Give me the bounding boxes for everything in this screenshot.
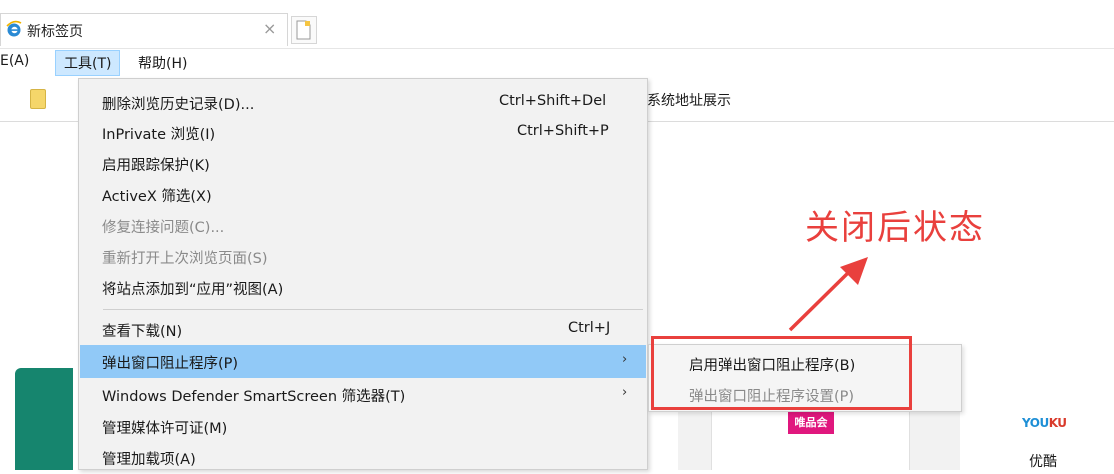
- menu-help[interactable]: 帮助(H): [138, 53, 187, 73]
- popup-blocker-submenu: 启用弹出窗口阻止程序(B) 弹出窗口阻止程序设置(P): [648, 344, 962, 412]
- menu-item-label: 管理加载项(A): [102, 452, 196, 468]
- menu-item-label: 管理媒体许可证(M): [102, 421, 228, 437]
- menu-item-label: 将站点添加到“应用”视图(A): [102, 282, 284, 298]
- menu-item-label: 查看下载(N): [102, 324, 183, 340]
- youku-logo-part-a: YOU: [1022, 416, 1049, 430]
- menu-tools[interactable]: 工具(T): [55, 50, 121, 76]
- submenu-item-enable-popup-blocker[interactable]: 启用弹出窗口阻止程序(B): [689, 354, 855, 375]
- folder-icon[interactable]: [30, 89, 46, 109]
- menu-item-shortcut: Ctrl+Shift+P: [517, 123, 609, 139]
- vip-logo: 唯品会: [788, 412, 834, 434]
- annotation-arrow-icon: [788, 257, 868, 332]
- submenu-item-popup-blocker-settings: 弹出窗口阻止程序设置(P): [689, 389, 855, 405]
- menu-separator: [103, 309, 643, 310]
- menu-item-label: 启用跟踪保护(K): [102, 158, 210, 174]
- menu-item-add-to-apps[interactable]: 将站点添加到“应用”视图(A): [80, 271, 646, 304]
- menu-bar: E(A) 工具(T) 帮助(H): [0, 48, 1114, 78]
- favorites-item[interactable]: 系统地址展示: [647, 90, 731, 110]
- menu-item-manage-addons[interactable]: 管理加载项(A): [80, 441, 646, 474]
- menu-item-label: 修复连接问题(C)...: [102, 220, 225, 236]
- chevron-right-icon: ›: [622, 352, 628, 367]
- site-tile[interactable]: [15, 368, 73, 470]
- menu-item-smartscreen[interactable]: Windows Defender SmartScreen 筛选器(T) ›: [80, 378, 646, 411]
- close-tab-icon[interactable]: ×: [263, 19, 276, 38]
- menu-item-label: ActiveX 筛选(X): [102, 189, 212, 205]
- annotation-text: 关闭后状态: [805, 208, 985, 248]
- tools-dropdown: 删除浏览历史记录(D)... Ctrl+Shift+Del InPrivate …: [78, 78, 648, 470]
- menu-edit[interactable]: E(A): [0, 53, 29, 69]
- menu-item-label: 删除浏览历史记录(D)...: [102, 97, 255, 113]
- youku-logo-part-b: KU: [1048, 416, 1067, 430]
- menu-item-inprivate[interactable]: InPrivate 浏览(I) Ctrl+Shift+P: [80, 116, 646, 149]
- menu-item-reopen-session: 重新打开上次浏览页面(S): [80, 240, 646, 273]
- new-tab-icon: [296, 20, 311, 40]
- menu-item-label: InPrivate 浏览(I): [102, 127, 216, 143]
- menu-item-label: 弹出窗口阻止程序(P): [102, 356, 239, 372]
- tab-strip: 新标签页 ×: [0, 0, 1114, 48]
- chevron-right-icon: ›: [622, 385, 628, 400]
- browser-tab[interactable]: 新标签页 ×: [0, 13, 288, 46]
- tab-title: 新标签页: [27, 24, 83, 40]
- menu-item-shortcut: Ctrl+J: [568, 320, 611, 336]
- menu-item-label: 重新打开上次浏览页面(S): [102, 251, 268, 267]
- menu-item-tracking-protection[interactable]: 启用跟踪保护(K): [80, 147, 646, 180]
- ie-icon: [6, 20, 22, 37]
- menu-item-activex-filter[interactable]: ActiveX 筛选(X): [80, 178, 646, 211]
- menu-item-popup-blocker[interactable]: 弹出窗口阻止程序(P) ›: [80, 345, 646, 378]
- menu-item-media-licenses[interactable]: 管理媒体许可证(M): [80, 410, 646, 443]
- menu-item-label: Windows Defender SmartScreen 筛选器(T): [102, 389, 406, 405]
- menu-item-view-downloads[interactable]: 查看下载(N) Ctrl+J: [80, 313, 646, 346]
- new-tab-button[interactable]: [291, 16, 317, 44]
- menu-item-delete-history[interactable]: 删除浏览历史记录(D)... Ctrl+Shift+Del: [80, 86, 646, 119]
- youku-logo: YOUKU: [1022, 416, 1067, 430]
- menu-item-fix-connection: 修复连接问题(C)...: [80, 209, 646, 242]
- menu-item-shortcut: Ctrl+Shift+Del: [499, 93, 607, 109]
- youku-label: 优酷: [1029, 454, 1057, 470]
